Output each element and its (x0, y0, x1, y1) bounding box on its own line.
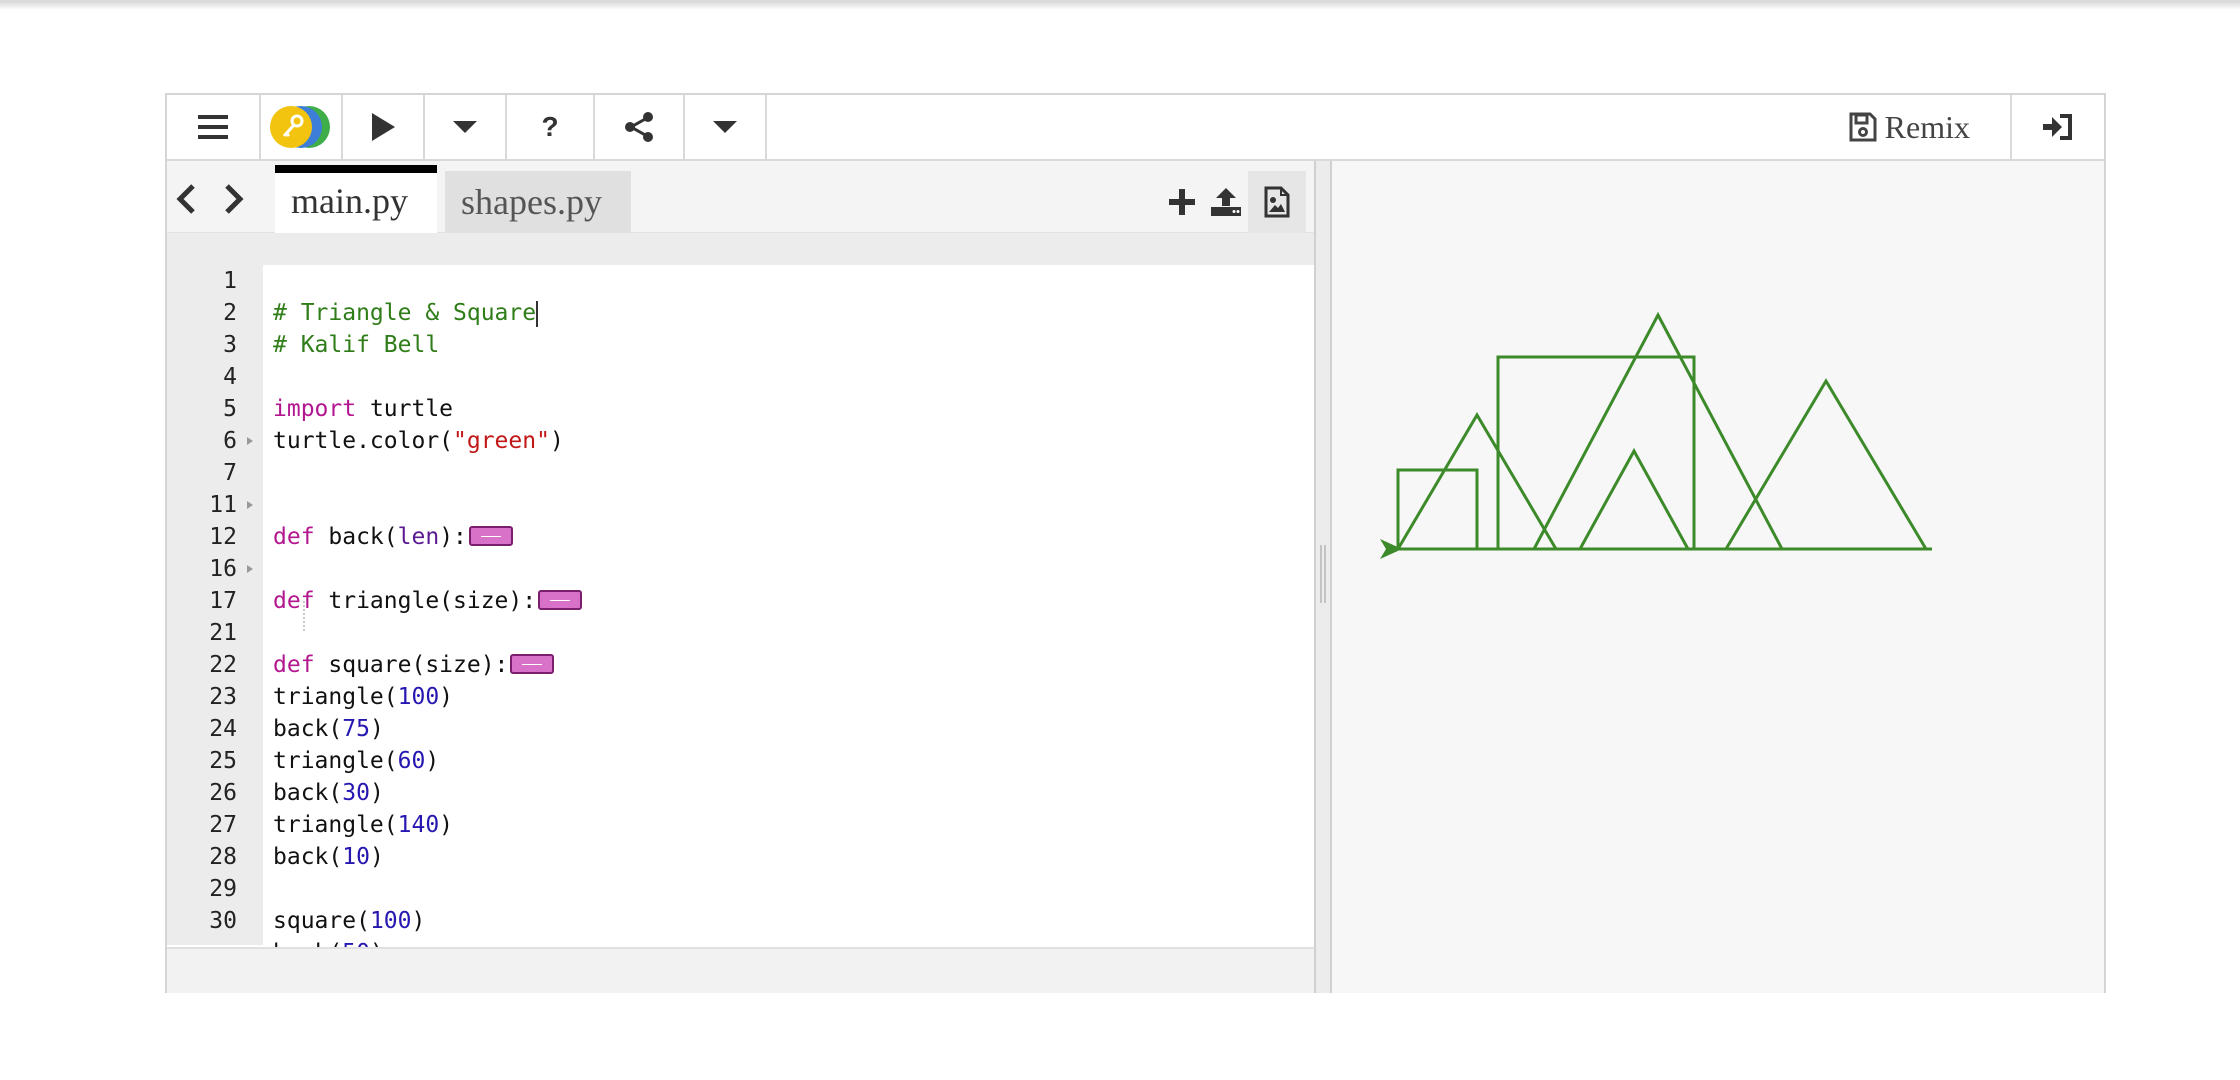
menu-button[interactable] (167, 95, 261, 159)
run-button[interactable] (343, 95, 425, 159)
code-line: 5 turtle.color("green") (167, 361, 1314, 454)
add-image-button[interactable] (1248, 171, 1306, 233)
code-line: 30 back(50) (167, 873, 1314, 966)
fold-toggle-icon[interactable] (247, 565, 253, 573)
code-line: 7 def back(len): (167, 425, 1314, 550)
image-file-icon (1264, 186, 1290, 218)
code-editor-pane: main.py shapes.py 1 # Triangle & Square … (167, 161, 1314, 993)
tab-actions (1160, 171, 1306, 233)
turtle-canvas (1380, 311, 1932, 559)
code-line: 24 triangle(60) (167, 681, 1314, 774)
code-line: 25 back(30) (167, 713, 1314, 806)
sign-in-icon (2043, 114, 2072, 140)
toolbar: ? Remix (167, 95, 2104, 161)
help-label: ? (541, 111, 559, 142)
code-line: 27 back(10) (167, 777, 1314, 870)
code-area[interactable]: 1 # Triangle & Square 2 # Kalif Bell 3 4… (167, 233, 1314, 966)
chevron-left-icon[interactable] (175, 183, 197, 215)
code-line: 17 def square(size): (167, 553, 1314, 678)
trinket-embed: ? Remix main.py shapes.py 1 # Triangle &… (165, 93, 2106, 993)
code-line: 16 (167, 521, 1314, 582)
page-top-edge (0, 0, 2240, 14)
tab-scroll-arrows (175, 179, 245, 219)
share-options-button[interactable] (685, 95, 767, 159)
code-line: 12 def triangle(size): (167, 489, 1314, 614)
add-file-button[interactable] (1160, 171, 1204, 233)
login-button[interactable] (2010, 95, 2104, 159)
trinket-logo-button[interactable] (261, 95, 343, 159)
chevron-right-icon[interactable] (223, 183, 245, 215)
fold-toggle-icon[interactable] (247, 437, 253, 445)
remix-button[interactable]: Remix (1809, 95, 2010, 159)
run-options-button[interactable] (425, 95, 507, 159)
caret-down-icon (453, 121, 477, 133)
play-icon (372, 113, 395, 141)
turtle-output-pane (1332, 161, 2104, 993)
splitter-grip-icon[interactable] (1320, 545, 1326, 603)
tab-main-py[interactable]: main.py (275, 165, 437, 233)
turtle-triangle (1578, 447, 1690, 550)
code-line: 29 square(100) (167, 841, 1314, 934)
share-icon (625, 112, 653, 142)
code-line: 28 (167, 809, 1314, 870)
code-line: 23 back(75) (167, 649, 1314, 742)
remix-label: Remix (1884, 108, 1970, 145)
code-text: square( (273, 908, 370, 934)
share-button[interactable] (595, 95, 685, 159)
file-tab-bar: main.py shapes.py (167, 161, 1314, 233)
code-line: 3 (167, 297, 1314, 358)
code-line: 26 triangle(140) (167, 745, 1314, 838)
upload-file-button[interactable] (1204, 171, 1248, 233)
code-line: 21 (167, 585, 1314, 646)
editor-status-bar (167, 947, 1314, 993)
plus-icon (1169, 189, 1195, 215)
code-number: 100 (369, 908, 412, 934)
code-line: 4 import turtle (167, 329, 1314, 422)
pane-splitter[interactable] (1314, 161, 1332, 993)
code-line: 6 (167, 393, 1314, 454)
code-text: ) (411, 908, 426, 934)
code-line: 1 # Triangle & Square (167, 233, 1314, 327)
line-number: 30 (209, 908, 237, 934)
upload-icon (1211, 188, 1241, 216)
fold-toggle-icon[interactable] (247, 501, 253, 509)
trinket-key-logo (270, 106, 330, 148)
turtle-triangle (1724, 378, 1928, 550)
turtle-triangle (1532, 311, 1784, 550)
code-line: 2 # Kalif Bell (167, 265, 1314, 358)
code-line: 22 triangle(100) (167, 617, 1314, 710)
code-line: 11 (167, 457, 1314, 518)
hamburger-menu-icon (198, 115, 228, 139)
help-button[interactable]: ? (507, 95, 595, 159)
floppy-disk-icon (1849, 112, 1877, 142)
caret-down-icon (713, 121, 737, 133)
tab-shapes-py[interactable]: shapes.py (445, 171, 631, 233)
